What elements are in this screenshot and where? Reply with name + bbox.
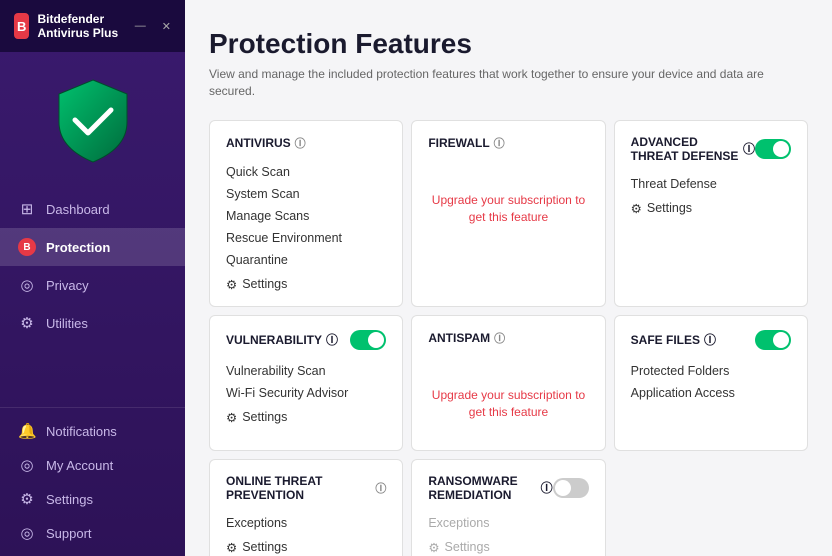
ransomware-settings-link: ⚙ Settings — [428, 540, 588, 555]
advanced-threat-settings-link[interactable]: ⚙ Settings — [631, 201, 791, 216]
sidebar-item-privacy[interactable]: ◎ Privacy — [0, 266, 185, 304]
settings-gear-icon: ⚙ — [226, 277, 237, 292]
advanced-threat-card: ADVANCED THREAT DEFENSE ⓘ Threat Defense… — [614, 120, 808, 307]
firewall-title: FIREWALL ⓘ — [428, 135, 588, 151]
close-button[interactable]: ✕ — [162, 20, 171, 33]
settings-gear-icon: ⚙ — [226, 540, 237, 555]
exceptions-link[interactable]: Exceptions — [226, 512, 386, 534]
safe-files-header: SAFE FILES ⓘ — [631, 330, 791, 350]
quick-scan-link[interactable]: Quick Scan — [226, 161, 386, 183]
settings-gear-icon: ⚙ — [226, 410, 237, 425]
sidebar-item-label: Settings — [46, 492, 93, 507]
page-title: Protection Features — [209, 28, 808, 60]
sidebar-item-dashboard[interactable]: ⊞ Dashboard — [0, 190, 185, 228]
antivirus-settings-link[interactable]: ⚙ Settings — [226, 277, 386, 292]
antivirus-title: ANTIVIRUS ⓘ — [226, 135, 386, 151]
sidebar-item-settings[interactable]: ⚙ Settings — [0, 482, 185, 516]
info-icon: ⓘ — [375, 480, 386, 496]
privacy-icon: ◎ — [18, 276, 36, 294]
threat-defense-link[interactable]: Threat Defense — [631, 173, 791, 195]
info-icon: ⓘ — [494, 135, 505, 151]
sidebar-item-label: Privacy — [46, 278, 89, 293]
feature-grid: ANTIVIRUS ⓘ Quick Scan System Scan Manag… — [209, 120, 808, 556]
antispam-title: ANTISPAM ⓘ — [428, 330, 588, 346]
sidebar: B Bitdefender Antivirus Plus — ✕ ⊞ Dashb… — [0, 0, 185, 556]
vulnerability-settings-link[interactable]: ⚙ Settings — [226, 410, 386, 425]
settings-gear-icon: ⚙ — [428, 540, 439, 555]
online-threat-card: ONLINE THREAT PREVENTION ⓘ Exceptions ⚙ … — [209, 459, 403, 556]
page-subtitle: View and manage the included protection … — [209, 66, 808, 100]
info-icon: ⓘ — [494, 330, 505, 346]
ransomware-card: RANSOMWARE REMEDIATION ⓘ Exceptions ⚙ Se… — [411, 459, 605, 556]
advanced-threat-header: ADVANCED THREAT DEFENSE ⓘ — [631, 135, 791, 163]
vulnerability-header: VULNERABILITY ⓘ — [226, 330, 386, 350]
app-header: B Bitdefender Antivirus Plus — ✕ — [0, 0, 185, 52]
vulnerability-toggle[interactable] — [350, 330, 386, 350]
main-content: Protection Features View and manage the … — [185, 0, 832, 556]
firewall-card: FIREWALL ⓘ Upgrade your subscription to … — [411, 120, 605, 307]
info-icon: ⓘ — [743, 140, 755, 157]
sidebar-item-notifications[interactable]: 🔔 Notifications — [0, 414, 185, 448]
sidebar-item-label: Notifications — [46, 424, 117, 439]
info-icon: ⓘ — [541, 479, 553, 496]
info-icon: ⓘ — [295, 135, 306, 151]
wifi-advisor-link[interactable]: Wi-Fi Security Advisor — [226, 382, 386, 404]
safe-files-title: SAFE FILES ⓘ — [631, 331, 716, 348]
notifications-icon: 🔔 — [18, 422, 36, 440]
manage-scans-link[interactable]: Manage Scans — [226, 205, 386, 227]
application-access-link[interactable]: Application Access — [631, 382, 791, 404]
dashboard-icon: ⊞ — [18, 200, 36, 218]
safe-files-toggle[interactable] — [755, 330, 791, 350]
main-nav: ⊞ Dashboard B Protection ◎ Privacy ⚙ Uti… — [0, 182, 185, 407]
advanced-threat-toggle[interactable] — [755, 139, 791, 159]
vulnerability-title: VULNERABILITY ⓘ — [226, 331, 338, 348]
antispam-card: ANTISPAM ⓘ Upgrade your subscription to … — [411, 315, 605, 451]
sidebar-item-protection[interactable]: B Protection — [0, 228, 185, 266]
safe-files-card: SAFE FILES ⓘ Protected Folders Applicati… — [614, 315, 808, 451]
sidebar-item-label: Protection — [46, 240, 110, 255]
vulnerability-card: VULNERABILITY ⓘ Vulnerability Scan Wi-Fi… — [209, 315, 403, 451]
ransomware-exceptions-link: Exceptions — [428, 512, 588, 534]
sidebar-bottom-nav: 🔔 Notifications ◎ My Account ⚙ Settings … — [0, 407, 185, 556]
sidebar-item-label: Utilities — [46, 316, 88, 331]
antivirus-card: ANTIVIRUS ⓘ Quick Scan System Scan Manag… — [209, 120, 403, 307]
protection-icon: B — [18, 238, 36, 256]
utilities-icon: ⚙ — [18, 314, 36, 332]
app-title: Bitdefender Antivirus Plus — [37, 12, 126, 40]
app-logo: B — [14, 13, 29, 39]
ransomware-toggle[interactable] — [553, 478, 589, 498]
settings-gear-icon: ⚙ — [631, 201, 642, 216]
advanced-threat-title: ADVANCED THREAT DEFENSE ⓘ — [631, 135, 755, 163]
sidebar-item-utilities[interactable]: ⚙ Utilities — [0, 304, 185, 342]
settings-icon: ⚙ — [18, 490, 36, 508]
minimize-button[interactable]: — — [135, 20, 146, 32]
protected-folders-link[interactable]: Protected Folders — [631, 360, 791, 382]
sidebar-item-account[interactable]: ◎ My Account — [0, 448, 185, 482]
ransomware-title: RANSOMWARE REMEDIATION ⓘ — [428, 474, 552, 502]
sidebar-item-label: My Account — [46, 458, 113, 473]
shield-icon — [53, 76, 133, 166]
online-threat-title: ONLINE THREAT PREVENTION ⓘ — [226, 474, 386, 502]
sidebar-item-support[interactable]: ◎ Support — [0, 516, 185, 550]
support-icon: ◎ — [18, 524, 36, 542]
system-scan-link[interactable]: System Scan — [226, 183, 386, 205]
info-icon: ⓘ — [326, 331, 338, 348]
rescue-env-link[interactable]: Rescue Environment — [226, 227, 386, 249]
antispam-upgrade-link[interactable]: Upgrade your subscription to get this fe… — [428, 387, 588, 421]
info-icon: ⓘ — [704, 331, 716, 348]
quarantine-link[interactable]: Quarantine — [226, 249, 386, 271]
sidebar-item-label: Dashboard — [46, 202, 110, 217]
sidebar-item-label: Support — [46, 526, 92, 541]
vulnerability-scan-link[interactable]: Vulnerability Scan — [226, 360, 386, 382]
antispam-upgrade-area: Upgrade your subscription to get this fe… — [428, 356, 588, 436]
firewall-upgrade-link[interactable]: Upgrade your subscription to get this fe… — [428, 192, 588, 226]
firewall-upgrade-area: Upgrade your subscription to get this fe… — [428, 161, 588, 241]
online-threat-settings-link[interactable]: ⚙ Settings — [226, 540, 386, 555]
account-icon: ◎ — [18, 456, 36, 474]
ransomware-header: RANSOMWARE REMEDIATION ⓘ — [428, 474, 588, 502]
